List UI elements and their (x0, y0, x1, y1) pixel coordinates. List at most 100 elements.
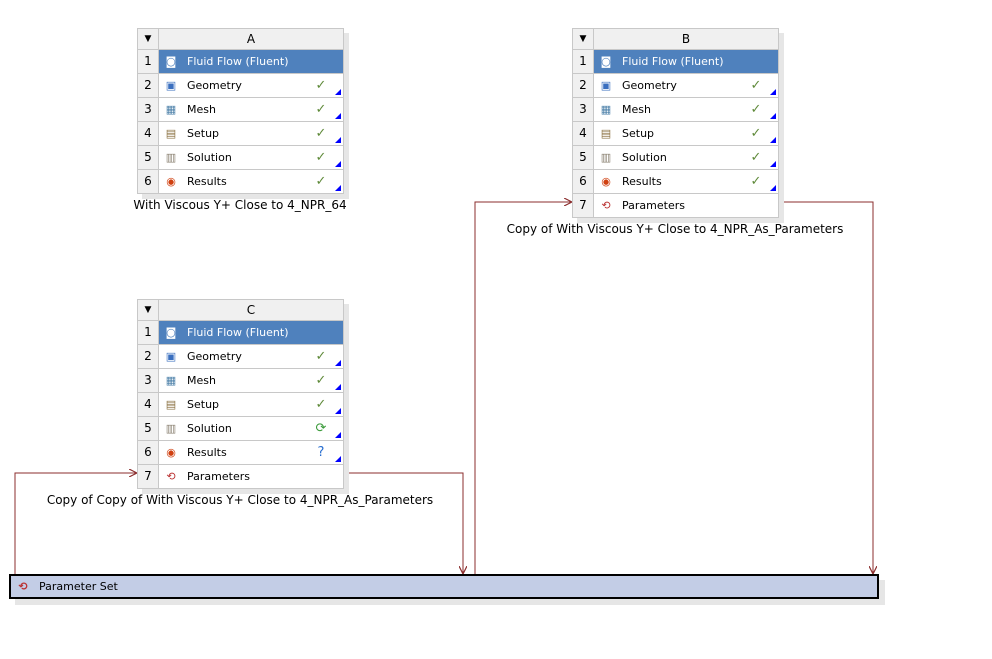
corner-marker-icon (770, 113, 776, 119)
fluent-icon: ◙ (165, 55, 177, 68)
check-icon: ✓ (315, 126, 327, 141)
cell-fluid-flow-fluent[interactable]: 1 ◙ Fluid Flow (Fluent) (138, 50, 343, 74)
corner-marker-icon (770, 185, 776, 191)
cell-geometry[interactable]: 2 ▣ Geometry ✓ (573, 74, 778, 98)
row-number: 5 (138, 417, 159, 440)
check-icon: ✓ (750, 174, 762, 189)
setup-icon: ▤ (600, 127, 612, 140)
row-number: 4 (138, 122, 159, 145)
cell-fluid-flow-fluent[interactable]: 1 ◙ Fluid Flow (Fluent) (138, 321, 343, 345)
parameter-set-icon: ⟲ (18, 580, 28, 593)
cell-results[interactable]: 6 ◉ Results ✓ (573, 170, 778, 194)
row-number: 1 (138, 50, 159, 73)
cell-label: Parameters (187, 470, 250, 483)
cell-label: Geometry (187, 79, 242, 92)
row-number: 4 (138, 393, 159, 416)
cell-solution[interactable]: 5 ▥ Solution ✓ (573, 146, 778, 170)
cell-mesh[interactable]: 3 ▦ Mesh ✓ (138, 369, 343, 393)
check-icon: ✓ (750, 102, 762, 117)
system-letter: B (681, 32, 691, 46)
check-icon: ✓ (315, 174, 327, 189)
cell-label: Fluid Flow (Fluent) (622, 55, 724, 68)
cell-results[interactable]: 6 ◉ Results ? (138, 441, 343, 465)
cell-label: Mesh (622, 103, 651, 116)
corner-marker-icon (335, 432, 341, 438)
cell-label: Mesh (187, 103, 216, 116)
corner-marker-icon (770, 89, 776, 95)
check-icon: ✓ (750, 150, 762, 165)
system-b[interactable]: ▼ B 1 ◙ Fluid Flow (Fluent) 2 ▣ Geometry … (572, 28, 779, 218)
row-number: 2 (573, 74, 594, 97)
row-number: 7 (138, 465, 159, 488)
wire-paramset-to-b (474, 202, 571, 574)
cell-label: Setup (187, 127, 220, 140)
row-number: 5 (573, 146, 594, 169)
system-header: ▼ B (573, 29, 778, 50)
system-caption[interactable]: With Viscous Y+ Close to 4_NPR_64 (133, 198, 346, 212)
corner-marker-icon (335, 360, 341, 366)
mesh-icon: ▦ (165, 103, 177, 116)
parameter-set-label: Parameter Set (39, 580, 118, 593)
system-caption[interactable]: Copy of Copy of With Viscous Y+ Close to… (47, 493, 433, 507)
cell-geometry[interactable]: 2 ▣ Geometry ✓ (138, 345, 343, 369)
dropdown-arrow-icon[interactable]: ▼ (138, 300, 159, 320)
system-c[interactable]: ▼ C 1 ◙ Fluid Flow (Fluent) 2 ▣ Geometry … (137, 299, 344, 489)
cell-solution[interactable]: 5 ▥ Solution ✓ (138, 146, 343, 170)
cell-label: Geometry (622, 79, 677, 92)
results-icon: ◉ (166, 446, 176, 459)
cell-label: Solution (187, 422, 232, 435)
cell-label: Parameters (622, 199, 685, 212)
cell-setup[interactable]: 4 ▤ Setup ✓ (138, 122, 343, 146)
cell-fluid-flow-fluent[interactable]: 1 ◙ Fluid Flow (Fluent) (573, 50, 778, 74)
check-icon: ✓ (315, 349, 327, 364)
parameter-set-bar[interactable]: ⟲ Parameter Set (9, 574, 879, 599)
corner-marker-icon (770, 161, 776, 167)
system-caption[interactable]: Copy of With Viscous Y+ Close to 4_NPR_A… (507, 222, 844, 236)
wire-paramset-to-c (14, 473, 136, 574)
system-letter: A (246, 32, 256, 46)
mesh-icon: ▦ (600, 103, 612, 116)
geometry-icon: ▣ (165, 350, 177, 363)
corner-marker-icon (335, 384, 341, 390)
cell-setup[interactable]: 4 ▤ Setup ✓ (573, 122, 778, 146)
row-number: 1 (573, 50, 594, 73)
cell-solution[interactable]: 5 ▥ Solution ⟳ (138, 417, 343, 441)
corner-marker-icon (335, 137, 341, 143)
row-number: 2 (138, 74, 159, 97)
row-number: 3 (138, 369, 159, 392)
dropdown-arrow-icon[interactable]: ▼ (573, 29, 594, 49)
system-a[interactable]: ▼ A 1 ◙ Fluid Flow (Fluent) 2 ▣ Geometry … (137, 28, 344, 194)
row-number: 3 (573, 98, 594, 121)
setup-icon: ▤ (165, 398, 177, 411)
row-number: 3 (138, 98, 159, 121)
dropdown-arrow-icon[interactable]: ▼ (138, 29, 159, 49)
cell-label: Solution (622, 151, 667, 164)
solution-icon: ▥ (165, 151, 177, 164)
wire-b-to-paramset (776, 201, 873, 573)
system-header: ▼ C (138, 300, 343, 321)
corner-marker-icon (335, 456, 341, 462)
cell-label: Solution (187, 151, 232, 164)
geometry-icon: ▣ (165, 79, 177, 92)
cell-geometry[interactable]: 2 ▣ Geometry ✓ (138, 74, 343, 98)
corner-marker-icon (770, 137, 776, 143)
cell-parameters[interactable]: 7 ⟲ Parameters (138, 465, 343, 488)
cell-parameters[interactable]: 7 ⟲ Parameters (573, 194, 778, 217)
cell-setup[interactable]: 4 ▤ Setup ✓ (138, 393, 343, 417)
cell-mesh[interactable]: 3 ▦ Mesh ✓ (138, 98, 343, 122)
row-number: 7 (573, 194, 594, 217)
cell-label: Mesh (187, 374, 216, 387)
row-number: 4 (573, 122, 594, 145)
results-icon: ◉ (166, 175, 176, 188)
row-number: 1 (138, 321, 159, 344)
cell-mesh[interactable]: 3 ▦ Mesh ✓ (573, 98, 778, 122)
setup-icon: ▤ (165, 127, 177, 140)
cell-label: Results (622, 175, 662, 188)
parameters-icon: ⟲ (166, 470, 176, 483)
corner-marker-icon (335, 113, 341, 119)
cell-label: Results (187, 175, 227, 188)
check-icon: ✓ (315, 102, 327, 117)
question-icon: ? (317, 445, 325, 460)
geometry-icon: ▣ (600, 79, 612, 92)
cell-results[interactable]: 6 ◉ Results ✓ (138, 170, 343, 193)
